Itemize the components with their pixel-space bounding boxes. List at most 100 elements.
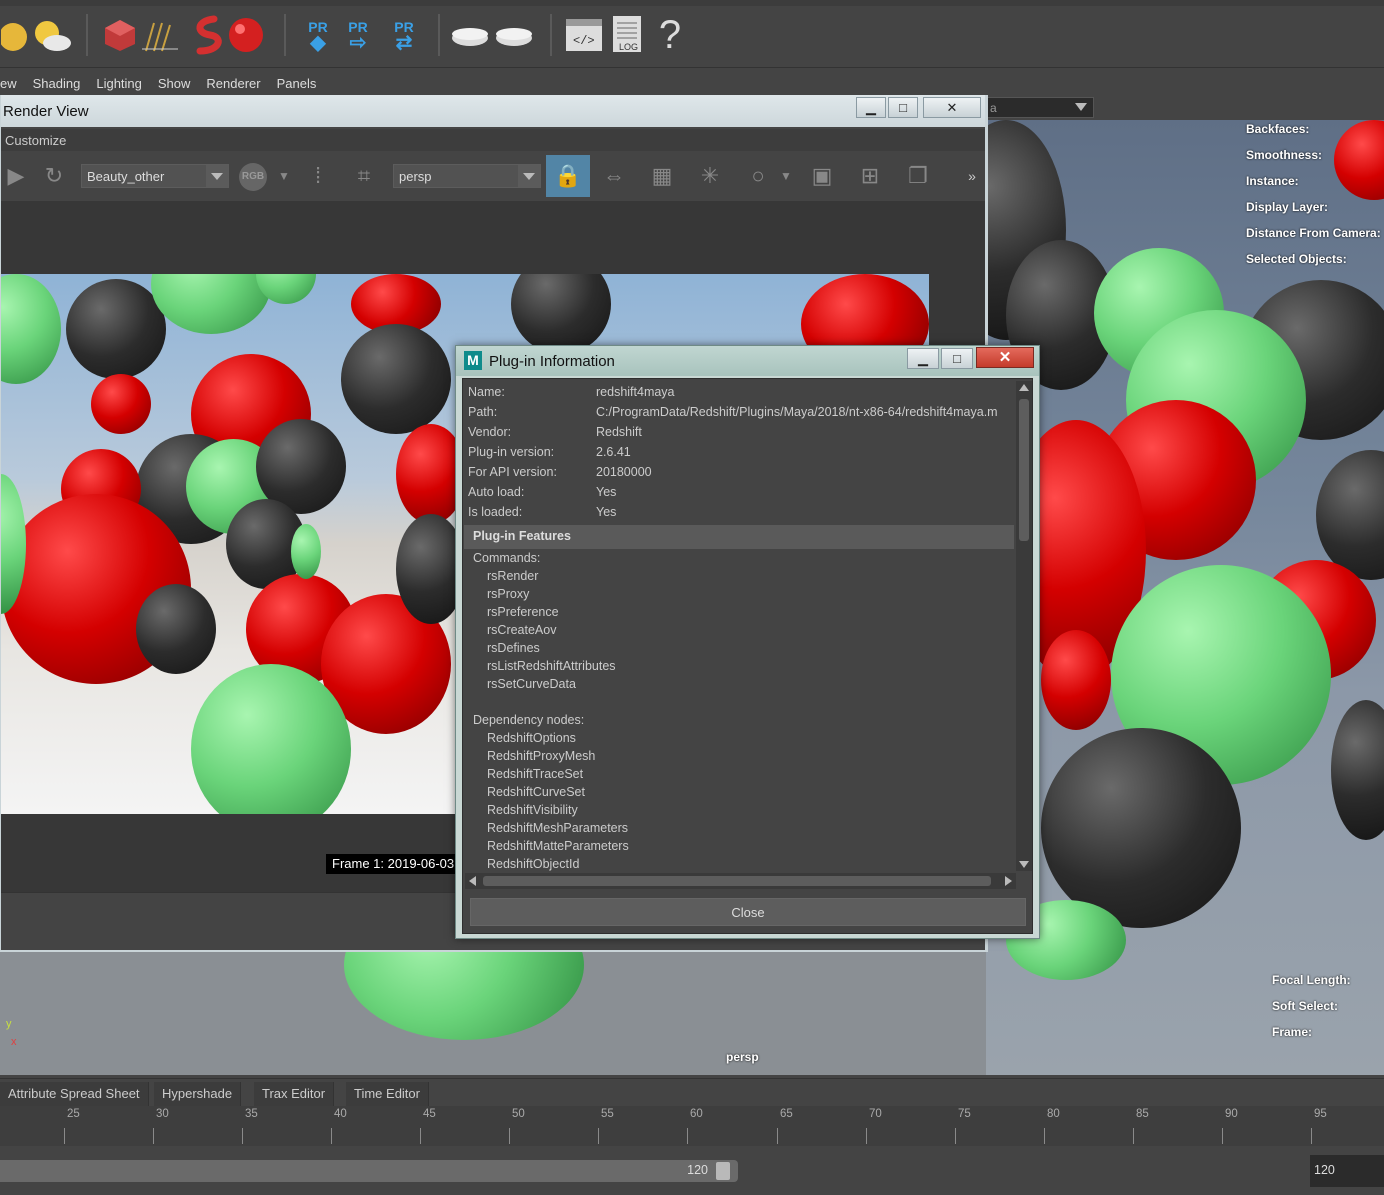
chevron-down-icon <box>206 165 228 187</box>
script-editor-icon[interactable]: </> <box>564 12 604 58</box>
arrow-down-icon[interactable] <box>1019 861 1029 868</box>
tick <box>1133 1128 1134 1144</box>
time-slider[interactable]: 25 30 35 40 45 50 55 60 65 70 75 80 85 9… <box>0 1106 1384 1146</box>
maximize-button[interactable]: □ <box>941 348 973 369</box>
arrow-up-icon[interactable] <box>1019 384 1029 391</box>
more-icon[interactable]: » <box>957 161 987 191</box>
sphere-red-icon[interactable] <box>226 12 266 58</box>
crop-icon[interactable]: ⌗ <box>349 161 379 191</box>
close-window-button[interactable]: ✕ <box>976 347 1034 368</box>
hud-display-layer: Display Layer: <box>1246 200 1329 214</box>
list-item: RedshiftProxyMesh <box>487 749 596 763</box>
help-icon[interactable]: ? <box>650 12 690 58</box>
play-icon[interactable]: ▶ <box>1 161 31 191</box>
chevron-down-icon[interactable]: ▼ <box>269 161 299 191</box>
tab-trax-editor[interactable]: Trax Editor <box>254 1082 335 1107</box>
tick-label: 30 <box>156 1108 169 1120</box>
tick-label: 25 <box>67 1108 80 1120</box>
shelf-separator <box>284 14 286 56</box>
scroll-thumb[interactable] <box>483 876 991 886</box>
dialog-titlebar[interactable]: M Plug-in Information ▁ □ ✕ <box>456 346 1039 376</box>
dependency-nodes-label: Dependency nodes: <box>473 713 585 727</box>
shelf-separator <box>550 14 552 56</box>
range-slider[interactable]: 120 <box>0 1160 738 1182</box>
tick <box>866 1128 867 1144</box>
image-icon[interactable]: ▣ <box>807 161 837 191</box>
scroll-thumb[interactable] <box>1019 399 1029 541</box>
hair-icon[interactable] <box>140 12 180 58</box>
tab-attribute-spread-sheet[interactable]: Attribute Spread Sheet <box>0 1082 149 1107</box>
render-view-titlebar[interactable]: Render View ▁ □ ✕ <box>1 95 985 127</box>
sun-cloud-icon[interactable] <box>0 12 72 58</box>
window-title: Render View <box>3 103 89 120</box>
circle-icon[interactable]: ○ <box>743 161 773 191</box>
customize-menu[interactable]: Customize <box>5 133 66 148</box>
snowflake-icon[interactable]: ✳ <box>695 161 725 191</box>
menu-panels[interactable]: Panels <box>269 76 325 91</box>
menu-shading[interactable]: Shading <box>25 76 89 91</box>
tick-label: 35 <box>245 1108 258 1120</box>
menu-lighting[interactable]: Lighting <box>88 76 150 91</box>
chevron-down-icon[interactable]: ▼ <box>771 161 801 191</box>
sphere <box>1331 700 1384 840</box>
camera-dropdown[interactable]: a <box>986 97 1094 118</box>
pie-icon[interactable] <box>494 12 534 58</box>
list-item: RedshiftOptions <box>487 731 576 745</box>
tab-time-editor[interactable]: Time Editor <box>346 1082 429 1107</box>
close-window-button[interactable]: ✕ <box>923 97 981 118</box>
add-image-icon[interactable]: ⊞ <box>855 161 885 191</box>
maximize-button[interactable]: □ <box>888 97 918 118</box>
maya-window: PR ◆ PR ⇨ PR ⇄ </> LOG ? ew Shading Lightin… <box>0 0 1384 1195</box>
lock-icon[interactable]: 🔒 <box>546 155 590 197</box>
tab-hypershade[interactable]: Hypershade <box>154 1082 242 1107</box>
menu-renderer[interactable]: Renderer <box>198 76 268 91</box>
tick <box>687 1128 688 1144</box>
dialog-title: Plug-in Information <box>489 353 615 370</box>
arrow-left-icon[interactable] <box>469 876 476 886</box>
list-item: RedshiftObjectId <box>487 857 580 871</box>
tick <box>64 1128 65 1144</box>
tick-label: 85 <box>1136 1108 1149 1120</box>
horizontal-scrollbar[interactable] <box>465 873 1016 889</box>
layer-combo[interactable]: Beauty_other <box>81 164 229 188</box>
tick-label: 95 <box>1314 1108 1327 1120</box>
refresh-icon[interactable]: ↻ <box>39 161 69 191</box>
pie-icon[interactable] <box>450 12 490 58</box>
tick-label: 65 <box>780 1108 793 1120</box>
frame-label: Frame 1: 2019-06-03 <box>326 854 461 874</box>
3d-viewport-lower[interactable]: persp y x <box>0 950 986 1075</box>
copy-icon[interactable]: ❐ <box>903 161 933 191</box>
hud-instance: Instance: <box>1246 174 1299 188</box>
pr-export-icon[interactable]: PR ⇨ <box>338 12 378 58</box>
close-button[interactable]: Close <box>470 898 1026 926</box>
minimize-button[interactable]: ▁ <box>856 97 886 118</box>
menu-view[interactable]: ew <box>0 76 25 91</box>
fit-icon[interactable]: ⇔ <box>599 161 629 191</box>
list-item: RedshiftTraceSet <box>487 767 584 781</box>
tick-label: 75 <box>958 1108 971 1120</box>
camera-name: persp <box>726 1050 759 1064</box>
arrow-right-icon[interactable] <box>1005 876 1012 886</box>
pr-transfer-icon[interactable]: PR ⇄ <box>384 12 424 58</box>
grid-dots-icon[interactable]: ⁞ <box>303 161 333 191</box>
cube-red-icon[interactable] <box>100 12 140 58</box>
log-icon[interactable]: LOG <box>608 12 648 58</box>
hud-smoothness: Smoothness: <box>1246 148 1323 162</box>
minimize-button[interactable]: ▁ <box>907 348 939 369</box>
tick <box>1044 1128 1045 1144</box>
pr-proxy-icon[interactable]: PR ◆ <box>298 12 338 58</box>
range-handle[interactable] <box>716 1162 730 1180</box>
menu-show[interactable]: Show <box>150 76 199 91</box>
tick <box>242 1128 243 1144</box>
tick <box>777 1128 778 1144</box>
plugin-info-scroll-area[interactable]: Name: redshift4maya Path: C:/ProgramData/R… <box>463 379 1015 874</box>
grid-icon[interactable]: ▦ <box>647 161 677 191</box>
snake-curve-icon[interactable] <box>188 12 228 58</box>
vertical-scrollbar[interactable] <box>1016 381 1032 871</box>
hud-distance-from-camera: Distance From Camera: <box>1246 226 1381 240</box>
camera-combo[interactable]: persp <box>393 164 541 188</box>
rgb-channel-button[interactable]: RGB <box>239 163 267 191</box>
3d-viewport[interactable]: Backfaces: Smoothness: Instance: Display… <box>986 120 1384 1075</box>
end-time-field[interactable]: 120 <box>1310 1155 1384 1187</box>
list-item: rsDefines <box>487 641 540 655</box>
